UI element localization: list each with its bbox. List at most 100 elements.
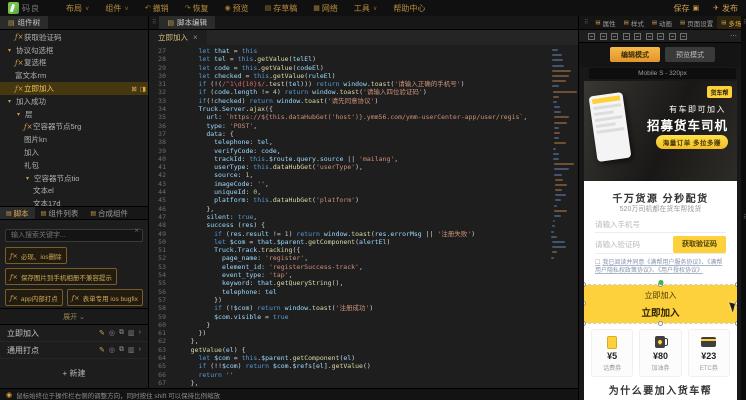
script-chip[interactable]: ƒ× 保存图片到手机相册不兼容提示	[5, 268, 117, 285]
chevron-down-icon[interactable]: ▾	[15, 111, 22, 118]
checkbox-icon[interactable]: ☐	[595, 260, 600, 266]
phone-number-field[interactable]: 请输入手机号	[595, 216, 726, 233]
clear-search-icon[interactable]: ×	[134, 226, 139, 235]
publish-button[interactable]: ✈ 发布	[713, 3, 738, 14]
close-icon[interactable]: ×	[193, 33, 198, 42]
tree-item[interactable]: 加入	[0, 146, 148, 159]
script-chip[interactable]: ƒ× app内部打点	[5, 289, 63, 306]
tree-item[interactable]: ƒ× 立即加入 ⊠ ◨	[0, 82, 148, 95]
tree-item[interactable]: ƒ× 空容器节点5rg	[0, 121, 148, 134]
get-code-button[interactable]: 获取验证码	[673, 236, 726, 253]
preview-mode-button[interactable]: 预览模式	[665, 47, 715, 62]
expand-button[interactable]: 展开 ⌄	[0, 308, 148, 325]
align-top-icon[interactable]	[623, 33, 630, 40]
verify-code-field[interactable]: 请输入验证码	[595, 239, 673, 250]
script-panel-tab-脚本[interactable]: ▤ 脚本	[0, 207, 35, 219]
tree-item[interactable]: ▾ 加入成功	[0, 95, 148, 108]
script-row[interactable]: 立即加入 ✎ ◎ ⧉ ▥ ›	[0, 325, 148, 342]
menubar-item-preview[interactable]: ◉ 预览	[217, 3, 257, 14]
editor-file-tab[interactable]: 立即加入 ×	[149, 30, 207, 45]
join-button[interactable]: 立即加入	[584, 301, 737, 319]
menubar-item-draft[interactable]: ▤ 存草稿	[257, 3, 306, 14]
agreement-text[interactable]: ☐我已阅读并同意《满帮用户服务协议》、《满帮用户隐私权政策协议》、《用户授权协议…	[595, 260, 728, 275]
align-center-h-icon[interactable]	[600, 33, 607, 40]
copy-icon[interactable]: ⧉	[119, 329, 124, 337]
tree-item[interactable]: ƒ× 获取验证码	[0, 31, 148, 44]
lock-icon[interactable]: ⊠	[131, 85, 136, 93]
resize-handle[interactable]	[735, 321, 737, 326]
tree-item[interactable]: 文本17d	[0, 197, 148, 206]
menubar-item-network[interactable]: ▦ 网络	[305, 3, 346, 14]
distribute-h-icon[interactable]	[657, 33, 664, 40]
resize-handle[interactable]	[735, 282, 737, 287]
script-chip[interactable]: ƒ× 表单专用 ios bugfix	[67, 289, 143, 306]
right-tab-动画[interactable]: ▤ 动画	[648, 16, 676, 29]
align-bottom-icon[interactable]	[646, 33, 653, 40]
tree-item[interactable]: 礼包	[0, 159, 148, 172]
coupon-card[interactable]: ¥23 ETC券	[688, 329, 730, 377]
save-button[interactable]: 保存 ▣	[674, 3, 700, 14]
align-middle-icon[interactable]	[634, 33, 641, 40]
chevron-down-icon[interactable]: ▾	[24, 175, 31, 182]
coupon-card[interactable]: ¥5 话费券	[591, 329, 633, 377]
script-panel-tab-组件列表[interactable]: ▤ 组件列表	[35, 207, 85, 219]
menubar-item-组件[interactable]: 组件 ∨	[97, 3, 136, 14]
align-left-icon[interactable]	[588, 33, 595, 40]
align-right-icon[interactable]	[611, 33, 618, 40]
copy-icon[interactable]: ⧉	[119, 346, 124, 354]
tab-script-editor[interactable]: ▤ 脚本编辑	[159, 16, 215, 29]
chevron-right-icon[interactable]: ›	[139, 346, 141, 354]
selection-anchor-dot[interactable]	[658, 280, 663, 285]
chevron-down-icon[interactable]: ▾	[6, 98, 13, 105]
hero-banner[interactable]: 货车帮 有车即可加入 招募货车司机 海量订单 多拉多赚	[584, 81, 737, 181]
drag-handle-icon[interactable]: ⠿	[740, 19, 746, 26]
preview-canvas[interactable]: 货车帮 有车即可加入 招募货车司机 海量订单 多拉多赚 千万货源 分秒配货 52…	[584, 81, 737, 400]
script-row[interactable]: 通用打点 ✎ ◎ ⧉ ▥ ›	[0, 342, 148, 359]
tree-item[interactable]: 图片kn	[0, 133, 148, 146]
delete-icon[interactable]: ▥	[128, 346, 135, 354]
tree-item[interactable]: 文本el	[0, 185, 148, 198]
resize-handle[interactable]	[584, 321, 586, 326]
edit-mode-button[interactable]: 编辑模式	[610, 47, 660, 62]
edit-icon[interactable]: ✎	[99, 329, 105, 337]
distribute-v-icon[interactable]	[669, 33, 676, 40]
drag-handle-icon[interactable]: ⠿	[581, 16, 591, 29]
edit-icon[interactable]: ✎	[99, 346, 105, 354]
menubar-item-布局[interactable]: 布局 ∨	[58, 3, 97, 14]
resize-handle[interactable]	[735, 301, 737, 306]
editor-minimap[interactable]	[549, 49, 575, 262]
tab-component-tree[interactable]: ▤ 组件树	[0, 16, 48, 29]
script-chip[interactable]: ƒ× 必现、ios删除	[5, 247, 67, 264]
resize-handle[interactable]	[658, 321, 663, 326]
more-tools-icon[interactable]: ⋯	[730, 32, 737, 40]
menubar-item-帮助中心[interactable]: 帮助中心	[385, 3, 433, 14]
menubar-item-undo[interactable]: ↶ 撤销	[137, 3, 177, 14]
tree-item[interactable]: ▾ 层	[0, 108, 148, 121]
drag-handle-icon[interactable]: ⠿	[740, 214, 746, 221]
tree-item[interactable]: 富文本rm	[0, 69, 148, 82]
eye-icon[interactable]: ◎	[109, 346, 115, 354]
eye-icon[interactable]: ◎	[109, 329, 115, 337]
code-line: 56 telephone: tel	[149, 288, 546, 296]
device-size-selector[interactable]: Mobile S - 320px	[589, 68, 736, 79]
search-input[interactable]	[5, 229, 143, 242]
chevron-down-icon[interactable]: ▾	[6, 47, 13, 54]
new-script-button[interactable]: + 新建	[0, 359, 148, 388]
tree-item[interactable]: ▾ 协议勾选框	[0, 44, 148, 57]
right-tab-属性[interactable]: ▤ 属性	[591, 16, 619, 29]
group-align-icon[interactable]	[680, 33, 687, 40]
delete-icon[interactable]: ▥	[128, 329, 135, 337]
drag-handle-icon[interactable]: ⠿	[149, 16, 159, 29]
visibility-icon[interactable]: ◨	[140, 85, 146, 93]
tree-item[interactable]: ▾ 空容器节点tio	[0, 172, 148, 185]
right-tab-页面设置[interactable]: ▤ 页面设置	[676, 16, 717, 29]
coupon-card[interactable]: ¥80 加油券	[639, 329, 681, 377]
tree-item[interactable]: ƒ× 复选框	[0, 57, 148, 70]
chevron-right-icon[interactable]: ›	[139, 329, 141, 337]
right-tab-样式[interactable]: ▤ 样式	[620, 16, 648, 29]
menubar-item-redo[interactable]: ↷ 恢复	[177, 3, 217, 14]
selected-join-block[interactable]: 立即加入 立即加入	[584, 285, 737, 323]
menubar-item-工具[interactable]: 工具 ∨	[346, 3, 385, 14]
code-area[interactable]: 27 let that = this 28 let tel = this.get…	[149, 45, 578, 388]
script-panel-tab-合成组件[interactable]: ▤ 合成组件	[84, 207, 134, 219]
